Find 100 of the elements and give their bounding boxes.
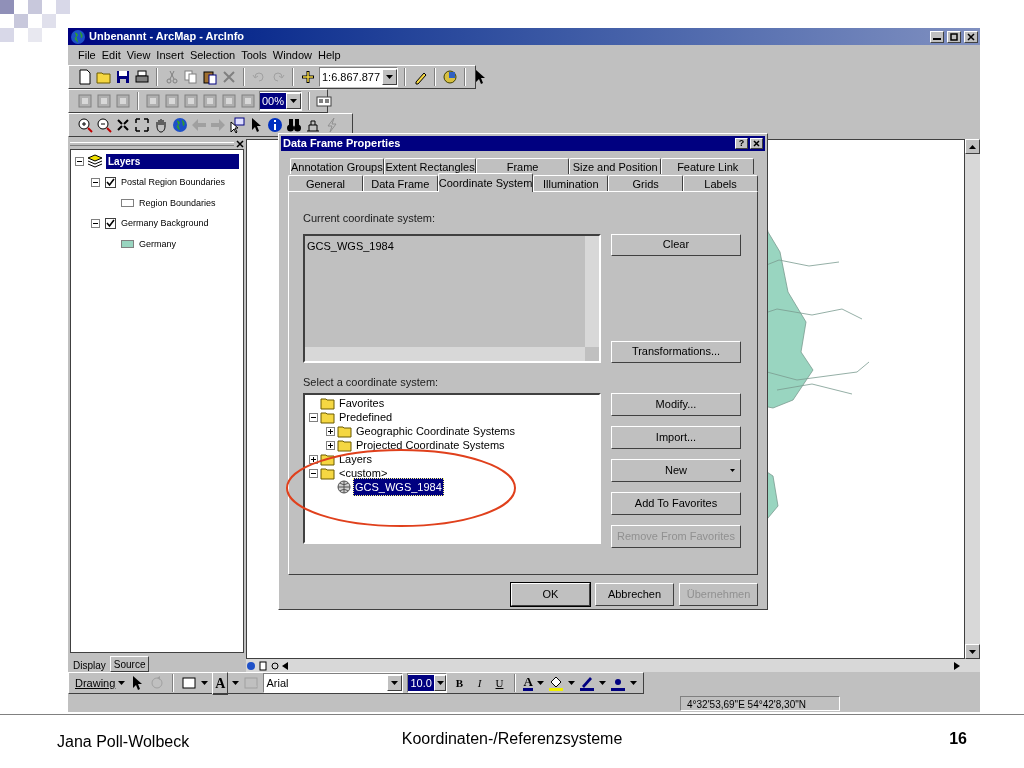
vertical-scrollbar[interactable] bbox=[585, 235, 599, 347]
close-button[interactable] bbox=[964, 30, 978, 43]
arrows-out-icon[interactable] bbox=[134, 117, 150, 133]
right-arrow-icon[interactable] bbox=[954, 661, 960, 670]
globe-icon[interactable] bbox=[172, 117, 188, 133]
collapse-icon[interactable] bbox=[309, 468, 318, 478]
fill-color-icon[interactable] bbox=[547, 675, 564, 691]
zoom-out-icon[interactable] bbox=[96, 117, 112, 133]
close-icon bbox=[967, 32, 975, 41]
layout-icon[interactable] bbox=[316, 93, 333, 109]
up-arrow-icon[interactable] bbox=[969, 144, 976, 149]
dialog-button[interactable]: Clear bbox=[611, 233, 741, 256]
font-dropdown[interactable]: Arial bbox=[263, 673, 404, 693]
collapse-icon[interactable] bbox=[91, 178, 100, 188]
menu-item[interactable]: Edit bbox=[101, 46, 121, 64]
new-document-icon[interactable] bbox=[77, 69, 93, 85]
footer-author: Jana Poll-Wolbeck bbox=[57, 732, 191, 752]
dialog-tab[interactable]: Frame bbox=[476, 158, 569, 174]
paste-icon[interactable] bbox=[202, 69, 218, 85]
dialog-tab[interactable]: General bbox=[288, 175, 363, 191]
dialog-tab[interactable]: Grids bbox=[608, 175, 684, 191]
left-arrow-icon[interactable] bbox=[282, 661, 288, 670]
down-arrow-icon[interactable] bbox=[969, 649, 976, 654]
info-icon[interactable] bbox=[267, 117, 283, 133]
dialog-button[interactable]: Transformations... bbox=[611, 340, 741, 363]
layout-view-icon[interactable] bbox=[258, 660, 268, 671]
add-data-icon[interactable] bbox=[300, 69, 316, 85]
dialog-tab[interactable]: Size and Position bbox=[568, 158, 662, 174]
coordinate-system-value: GCS_WGS_1984 bbox=[307, 239, 394, 252]
help-button[interactable]: ? bbox=[735, 138, 748, 149]
collapse-icon[interactable] bbox=[75, 156, 84, 166]
menu-item[interactable]: Window bbox=[272, 46, 312, 64]
footer-title: Koordinaten-/Referenzsysteme bbox=[400, 729, 624, 749]
layer-group-label[interactable]: Layers bbox=[106, 153, 239, 169]
zoom-in-icon[interactable] bbox=[77, 117, 93, 133]
format-button[interactable]: U bbox=[491, 674, 508, 692]
menu-item[interactable]: Help bbox=[317, 46, 341, 64]
dock-grip[interactable] bbox=[70, 142, 234, 146]
font-color-button[interactable]: A bbox=[523, 675, 533, 691]
coordinate-system-text-area[interactable]: GCS_WGS_1984 bbox=[303, 233, 601, 363]
save-icon[interactable] bbox=[115, 69, 131, 85]
rectangle-icon[interactable] bbox=[181, 675, 198, 691]
select-elements-icon[interactable] bbox=[229, 117, 245, 133]
format-button[interactable]: I bbox=[471, 674, 488, 692]
hand-icon[interactable] bbox=[153, 117, 169, 133]
tree-item[interactable]: GCS_WGS_1984 bbox=[353, 477, 444, 497]
dropdown-arrow-icon bbox=[436, 681, 444, 685]
caret-icon bbox=[598, 681, 606, 685]
menu-item[interactable]: File bbox=[78, 46, 96, 64]
dialog-tab[interactable]: Coordinate System bbox=[437, 173, 534, 192]
close-icon bbox=[753, 140, 760, 147]
drawing-menu[interactable]: Drawing bbox=[75, 674, 126, 692]
zoom-dropdown[interactable]: 00% bbox=[259, 91, 303, 111]
checkbox[interactable] bbox=[105, 218, 116, 230]
dialog-button[interactable]: New bbox=[611, 459, 741, 482]
close-icon[interactable] bbox=[236, 140, 244, 148]
dialog-button[interactable]: OK bbox=[511, 583, 590, 606]
layer-label[interactable]: Germany Background bbox=[121, 217, 209, 231]
expand-icon[interactable] bbox=[309, 454, 318, 464]
collapse-icon[interactable] bbox=[91, 219, 100, 229]
scale-dropdown[interactable]: 1:6.867.877 bbox=[319, 67, 399, 87]
minimize-button[interactable] bbox=[930, 30, 944, 43]
dialog-tab[interactable]: Data Frame bbox=[362, 175, 438, 191]
toc-tab[interactable]: Display bbox=[70, 658, 109, 672]
collapse-icon[interactable] bbox=[309, 412, 318, 422]
caret-icon bbox=[232, 681, 240, 685]
expand-icon[interactable] bbox=[326, 426, 335, 436]
dialog-tab[interactable]: Annotation Groups bbox=[290, 158, 384, 174]
vertical-scrollbar[interactable] bbox=[965, 139, 980, 659]
layer-label[interactable]: Postal Region Boundaries bbox=[121, 176, 226, 190]
line-color-icon[interactable] bbox=[578, 675, 595, 691]
horizontal-scrollbar[interactable] bbox=[305, 346, 585, 361]
dialog-tab[interactable]: Extent Rectangles bbox=[383, 158, 477, 174]
format-button[interactable]: B bbox=[451, 674, 468, 692]
dialog-tab[interactable]: Illumination bbox=[533, 175, 609, 191]
horizontal-scrollbar[interactable] bbox=[246, 659, 980, 672]
dialog-tab[interactable]: Labels bbox=[683, 175, 758, 191]
dialog-button[interactable]: Add To Favorites bbox=[611, 492, 741, 515]
toc-tab[interactable]: Source bbox=[109, 656, 150, 672]
dialog-button[interactable]: Modify... bbox=[611, 393, 741, 416]
dialog-tab[interactable]: Feature Link bbox=[661, 158, 754, 174]
dialog-button[interactable]: Abbrechen bbox=[595, 583, 674, 606]
binoculars-icon[interactable] bbox=[286, 117, 302, 133]
menu-item[interactable]: Selection bbox=[189, 46, 236, 64]
arrows-in-icon[interactable] bbox=[115, 117, 131, 133]
dialog-button[interactable]: Import... bbox=[611, 426, 741, 449]
menu-item[interactable]: Tools bbox=[241, 46, 267, 64]
status-coordinates: 4°32'53,69"E 54°42'8,30"N bbox=[680, 695, 840, 711]
folder-icon bbox=[320, 466, 336, 480]
expand-icon[interactable] bbox=[326, 440, 335, 450]
maximize-button[interactable] bbox=[947, 30, 961, 43]
checkbox[interactable] bbox=[105, 177, 116, 189]
menu-item[interactable]: View bbox=[126, 46, 151, 64]
text-tool-button[interactable]: A bbox=[212, 671, 229, 695]
data-view-icon[interactable] bbox=[246, 660, 256, 671]
globe-icon bbox=[70, 28, 86, 45]
printer-icon[interactable] bbox=[134, 69, 150, 85]
font-size-dropdown[interactable]: 10.0 bbox=[407, 673, 448, 693]
menu-item[interactable]: Insert bbox=[156, 46, 184, 64]
close-button[interactable] bbox=[750, 138, 763, 149]
